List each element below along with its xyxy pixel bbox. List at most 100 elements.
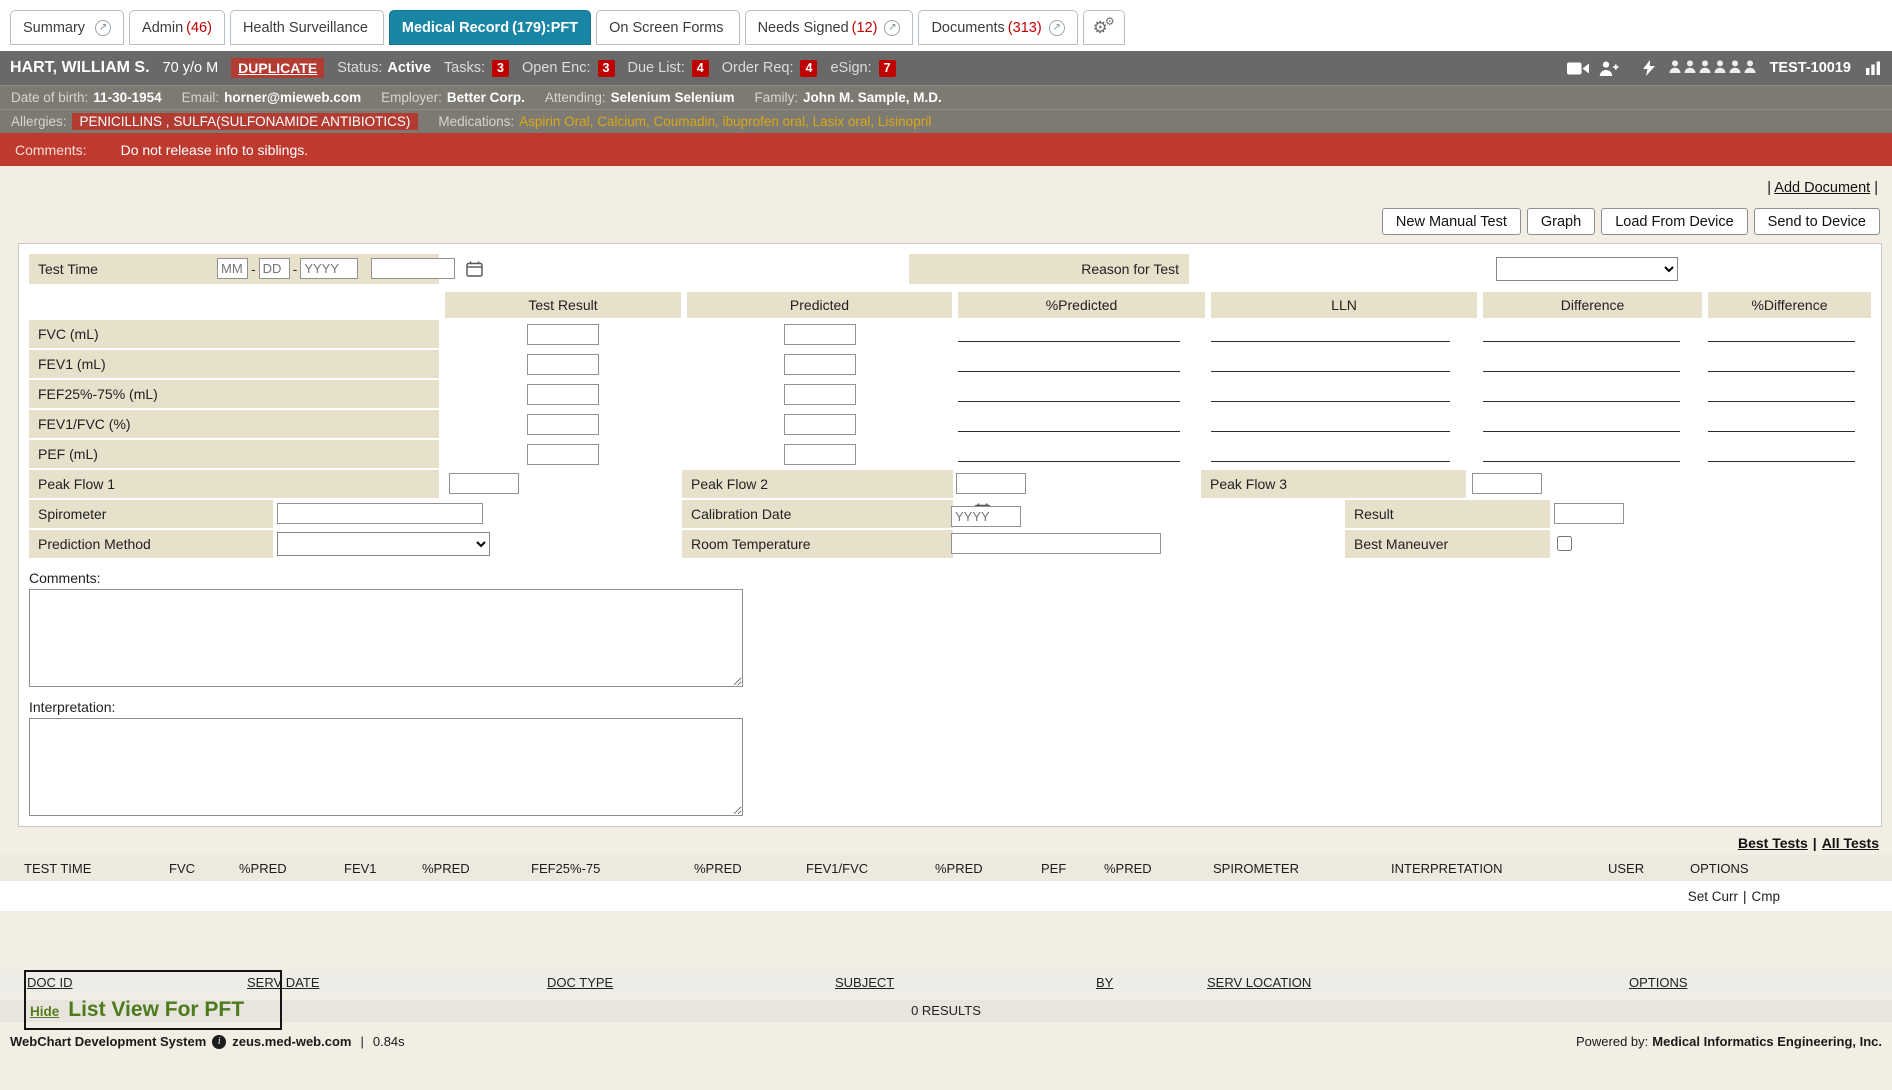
doc-header-doc-type[interactable]: DOC TYPE [547,975,835,990]
tab-label: Summary [23,20,85,36]
popout-icon[interactable]: ↗ [884,20,900,36]
peak-flow-3-input[interactable] [1472,473,1542,494]
doc-header-by[interactable]: BY [1096,975,1207,990]
due-list-count-badge[interactable]: 4 [692,60,709,77]
fvc-predicted-input[interactable] [784,324,856,345]
doc-header-subject[interactable]: SUBJECT [835,975,1096,990]
fev1-pct-predicted-line [958,371,1180,372]
room-temperature-input[interactable] [951,533,1161,554]
fef-lln-line [1211,401,1450,402]
user-icon[interactable] [1684,60,1696,77]
result-label: Result [1345,500,1550,528]
test-date-year-input[interactable] [300,258,358,279]
doc-header-serv-date[interactable]: SERV DATE [247,975,547,990]
info-icon[interactable]: i [212,1035,226,1049]
fvc-result-input[interactable] [527,324,599,345]
popout-icon[interactable]: ↗ [95,20,111,36]
fef-pct-difference-line [1708,401,1855,402]
user-icon[interactable] [1744,60,1756,77]
new-manual-test-button[interactable]: New Manual Test [1382,208,1521,235]
pef-predicted-input[interactable] [784,444,856,465]
order-req-count-badge[interactable]: 4 [800,60,817,77]
calendar-icon[interactable] [466,261,483,277]
comments-banner: Comments: Do not release info to sibling… [0,133,1892,166]
cmp-link[interactable]: Cmp [1751,889,1780,904]
tab-admin[interactable]: Admin (46) [129,10,225,45]
doc-header-options[interactable]: OPTIONS [1629,975,1892,990]
open-enc-count-badge[interactable]: 3 [598,60,615,77]
fev1-difference-line [1483,371,1680,372]
fvc-pct-predicted-line [958,341,1180,342]
set-curr-link[interactable]: Set Curr [1688,889,1738,904]
pef-result-input[interactable] [527,444,599,465]
fvc-difference-line [1483,341,1680,342]
tab-health-surveillance[interactable]: Health Surveillance [230,10,384,45]
fev1-fvc-result-input[interactable] [527,414,599,435]
medications-list: Aspirin OralCalciumCoumadinibuprofen ora… [519,114,931,129]
fvc-pct-difference-line [1708,341,1855,342]
separator [357,1034,366,1049]
user-icon[interactable] [1714,60,1726,77]
add-user-icon[interactable] [1599,61,1619,76]
send-to-device-button[interactable]: Send to Device [1754,208,1880,235]
best-maneuver-checkbox[interactable] [1557,536,1572,551]
tab-on-screen-forms[interactable]: On Screen Forms [596,10,739,45]
load-from-device-button[interactable]: Load From Device [1601,208,1747,235]
tasks-count-badge[interactable]: 3 [492,60,509,77]
allergies-value-badge[interactable]: PENICILLINS , SULFA(SULFONAMIDE ANTIBIOT… [72,113,419,130]
graph-button[interactable]: Graph [1527,208,1595,235]
user-icon[interactable] [1669,60,1681,77]
medications-label: Medications: [438,114,514,129]
reason-for-test-select[interactable] [1496,257,1678,281]
test-time-input[interactable] [371,258,455,279]
comments-field-label: Comments: [29,570,1871,586]
tab-count: (12) [852,20,878,36]
fev1-fvc-predicted-input[interactable] [784,414,856,435]
tab-medical-record[interactable]: Medical Record (179):PFT [389,10,591,45]
video-camera-icon[interactable] [1567,62,1589,75]
esign-count-badge[interactable]: 7 [879,60,896,77]
peak-flow-1-input[interactable] [449,473,519,494]
footer: WebChart Development System i zeus.med-w… [0,1034,1892,1049]
medication-link[interactable]: Calcium [597,114,653,129]
popout-icon[interactable]: ↗ [1049,20,1065,36]
peak-flow-2-input[interactable] [956,473,1026,494]
fev1-lln-line [1211,371,1450,372]
fev1-fvc-pct-difference-line [1708,431,1855,432]
user-icon[interactable] [1729,60,1741,77]
test-date-day-input[interactable] [259,258,290,279]
fef-result-input[interactable] [527,384,599,405]
hide-list-view-link[interactable]: Hide [30,1004,59,1019]
medication-link[interactable]: Coumadin [653,114,722,129]
medication-link[interactable]: ibuprofen oral [723,114,813,129]
medication-link[interactable]: Lisinopril [878,114,931,129]
fef-predicted-input[interactable] [784,384,856,405]
user-icon[interactable] [1699,60,1711,77]
test-date-month-input[interactable] [217,258,248,279]
all-tests-link[interactable]: All Tests [1822,835,1879,851]
calibration-result-input[interactable] [1554,503,1624,524]
medication-link[interactable]: Aspirin Oral [519,114,597,129]
lightning-icon[interactable] [1643,60,1655,76]
medication-link[interactable]: Lasix oral [813,114,878,129]
tab-needs-signed[interactable]: Needs Signed (12) ↗ [745,10,914,45]
calibration-year-input[interactable] [951,506,1021,527]
results-header-fef: FEF25%-75 [531,861,694,876]
tab-label: Admin [142,20,183,36]
fev1-result-input[interactable] [527,354,599,375]
prediction-method-select[interactable] [277,532,490,556]
best-tests-link[interactable]: Best Tests [1738,835,1808,851]
add-document-link[interactable]: Add Document [1774,180,1870,196]
tab-documents[interactable]: Documents (313) ↗ [918,10,1077,45]
doc-header-serv-location[interactable]: SERV LOCATION [1207,975,1629,990]
interpretation-textarea[interactable] [29,718,743,816]
tab-summary[interactable]: Summary ↗ [10,10,124,45]
row-label-fev1: FEV1 (mL) [29,350,439,378]
fef-pct-predicted-line [958,401,1180,402]
comments-textarea[interactable] [29,589,743,687]
fev1-predicted-input[interactable] [784,354,856,375]
settings-tab[interactable]: ⚙ ⚙ [1083,10,1125,45]
spirometer-input[interactable] [277,503,483,524]
bar-chart-icon[interactable] [1865,61,1882,75]
duplicate-badge[interactable]: DUPLICATE [231,58,324,78]
